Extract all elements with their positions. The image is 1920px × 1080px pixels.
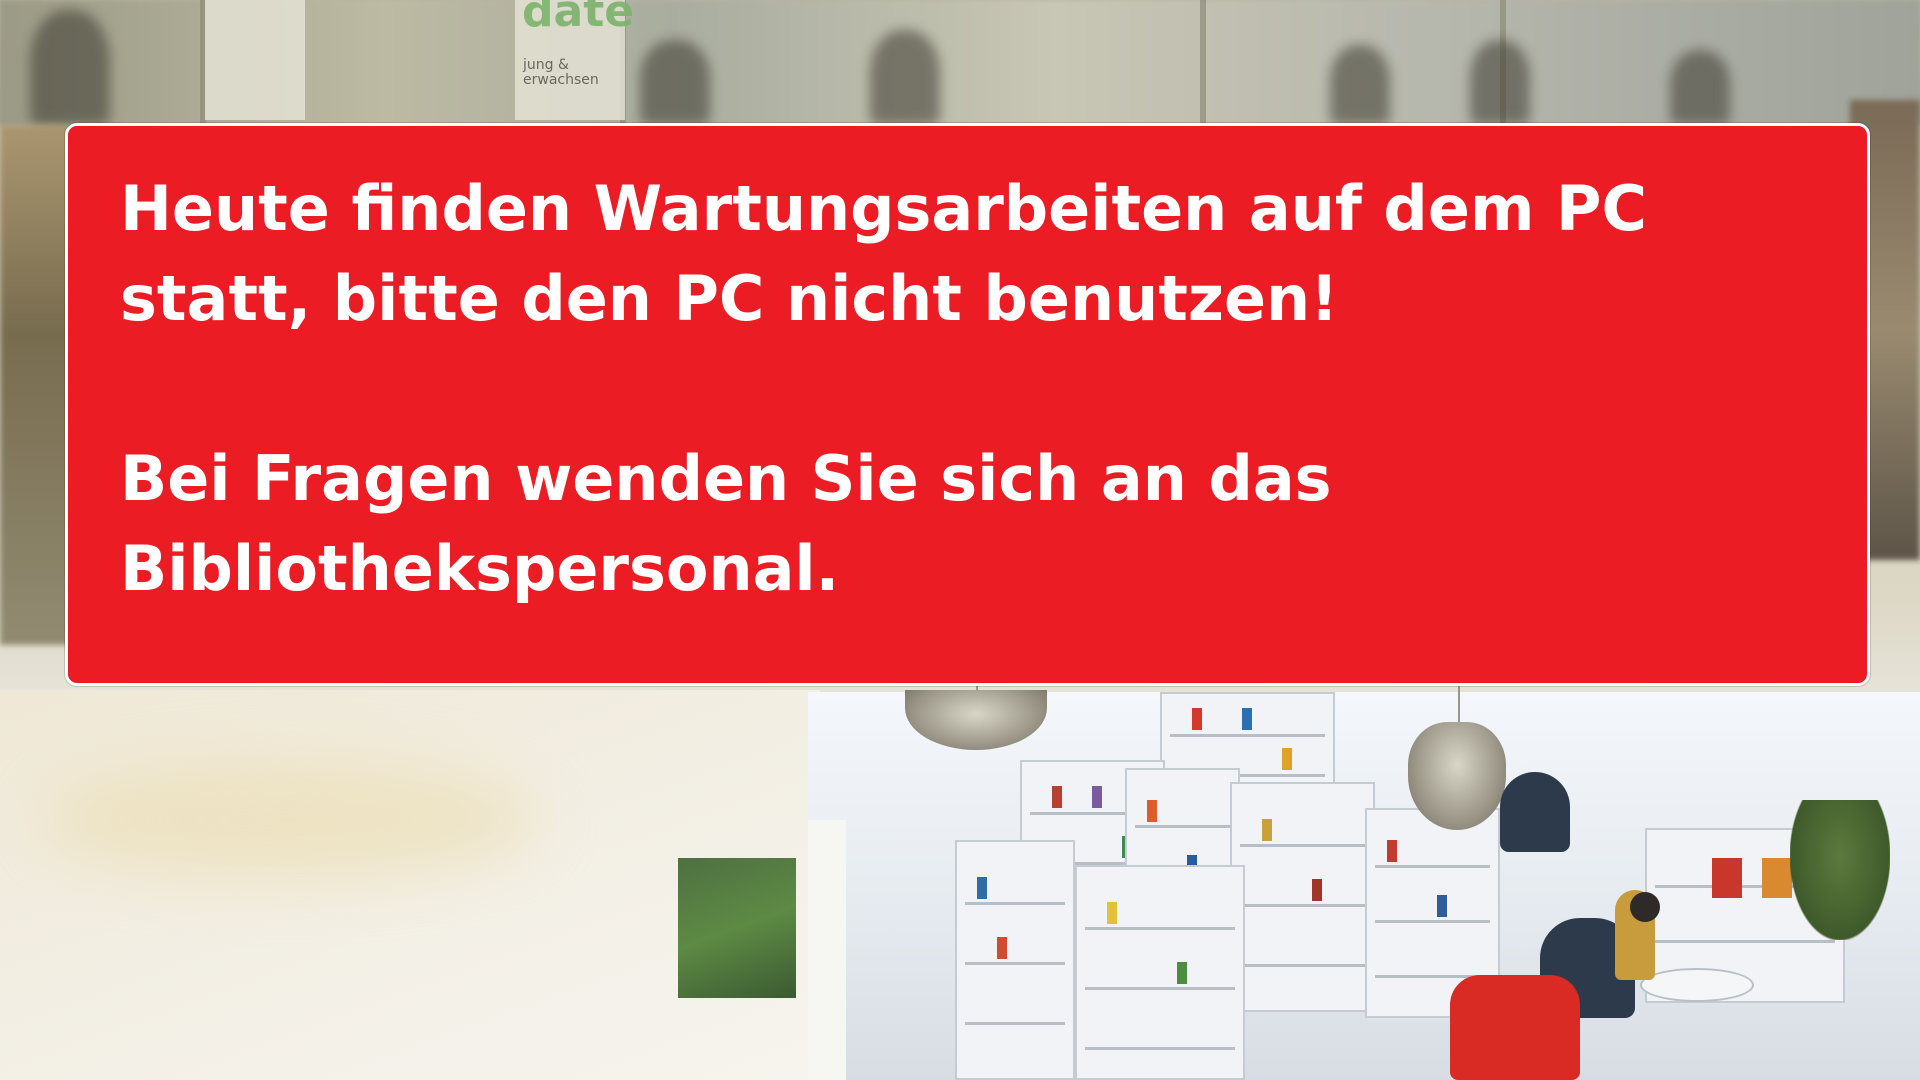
person-silhouette (1470, 40, 1530, 125)
poster (205, 0, 305, 120)
bookshelf (955, 840, 1075, 1080)
person-silhouette (1330, 45, 1390, 125)
floor-light (40, 760, 540, 880)
poster-graphic: date (522, 0, 635, 37)
round-table (1640, 968, 1754, 1002)
maintenance-message: Heute finden Wartungsarbeiten auf dem PC… (120, 172, 1647, 335)
person-silhouette (870, 30, 940, 125)
poster-text: jung & erwachsen (523, 57, 599, 88)
child-head (1630, 892, 1660, 922)
bookshelf (1075, 865, 1245, 1080)
maintenance-notice: Heute finden Wartungsarbeiten auf dem PC… (65, 123, 1870, 686)
wall-picture (678, 858, 796, 998)
bookshelf (1230, 782, 1375, 1012)
person-silhouette (640, 40, 710, 125)
plant (1790, 800, 1890, 940)
red-armchair (1450, 975, 1580, 1080)
glass-frame (1200, 0, 1206, 125)
pendant-lamp (1408, 722, 1506, 830)
column (808, 820, 846, 1080)
armchair (1500, 772, 1570, 852)
contact-staff-message: Bei Fragen wenden Sie sich an das Biblio… (120, 442, 1332, 605)
person-silhouette (30, 10, 110, 125)
person-silhouette (1670, 50, 1730, 125)
